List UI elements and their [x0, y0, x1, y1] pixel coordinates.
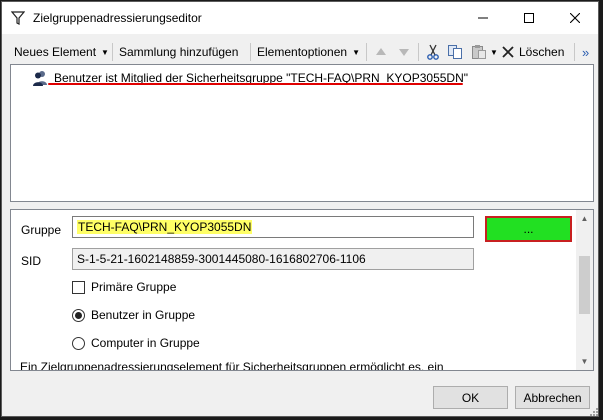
arrow-up-icon — [376, 48, 386, 55]
paste-button[interactable] — [470, 43, 488, 61]
add-collection-label: Sammlung hinzufügen — [119, 45, 239, 59]
delete-button[interactable]: Löschen — [502, 41, 564, 63]
cut-button[interactable] — [424, 43, 442, 61]
dialog-window: Zielgruppenadressierungseditor Neues Ele… — [1, 1, 599, 417]
new-element-label: Neues Element — [14, 45, 97, 59]
sid-label: SID — [21, 254, 42, 268]
group-label: Gruppe — [21, 223, 62, 237]
overflow-chevron-icon: » — [582, 44, 590, 60]
toolbar-separator — [366, 43, 367, 61]
paste-dropdown-button[interactable]: ▼ — [490, 41, 498, 63]
cancel-label: Abbrechen — [523, 390, 582, 405]
browse-group-button[interactable]: ... — [485, 216, 572, 242]
paste-icon — [472, 45, 486, 59]
annotation-underline — [48, 83, 463, 85]
filter-icon — [10, 11, 26, 25]
element-options-button[interactable]: Elementoptionen ▼ — [257, 41, 360, 63]
dropdown-caret-icon: ▼ — [101, 47, 109, 57]
radio-unselected-icon — [72, 336, 85, 350]
scrollbar-thumb[interactable] — [579, 256, 590, 314]
move-up-button[interactable] — [372, 43, 390, 61]
ok-label: OK — [461, 390, 480, 405]
dropdown-caret-icon: ▼ — [352, 47, 360, 57]
cancel-button[interactable]: Abbrechen — [515, 386, 590, 409]
primary-group-checkbox[interactable]: Primäre Gruppe — [72, 280, 176, 294]
minimize-button[interactable] — [460, 2, 506, 34]
delete-x-icon — [502, 46, 514, 58]
group-input[interactable]: TECH-FAQ\PRN_KYOP3055DN — [72, 216, 474, 238]
users-in-group-radio[interactable]: Benutzer in Gruppe — [72, 308, 195, 322]
copy-button[interactable] — [446, 43, 464, 61]
move-down-button[interactable] — [395, 43, 413, 61]
close-button[interactable] — [552, 2, 598, 34]
toolbar: Neues Element ▼ Sammlung hinzufügen Elem… — [2, 38, 598, 66]
users-in-group-label: Benutzer in Gruppe — [91, 308, 196, 322]
group-value: TECH-FAQ\PRN_KYOP3055DN — [77, 220, 253, 234]
window-title: Zielgruppenadressierungseditor — [33, 11, 202, 25]
description-text: Ein Zielgruppenadressierungselement für … — [20, 360, 444, 371]
toolbar-separator — [418, 43, 419, 61]
minimize-icon — [478, 17, 488, 19]
primary-group-label: Primäre Gruppe — [91, 280, 177, 294]
delete-label: Löschen — [519, 45, 565, 59]
toolbar-overflow-button[interactable]: » — [582, 41, 589, 63]
new-element-button[interactable]: Neues Element ▼ — [14, 41, 109, 63]
toolbar-separator — [574, 43, 575, 61]
scroll-down-icon[interactable]: ▼ — [576, 353, 593, 370]
arrow-down-icon — [399, 49, 409, 56]
computers-in-group-radio[interactable]: Computer in Gruppe — [72, 336, 200, 350]
maximize-icon — [524, 13, 534, 23]
users-group-icon — [33, 71, 47, 86]
dropdown-caret-icon: ▼ — [490, 47, 498, 57]
close-icon — [570, 13, 580, 23]
sid-value: S-1-5-21-1602148859-3001445080-161680270… — [77, 252, 366, 266]
scissors-icon — [427, 44, 439, 60]
element-options-label: Elementoptionen — [257, 45, 348, 59]
ok-button[interactable]: OK — [433, 386, 508, 409]
copy-icon — [448, 45, 462, 59]
computers-in-group-label: Computer in Gruppe — [91, 336, 200, 350]
maximize-button[interactable] — [506, 2, 552, 34]
browse-label: ... — [523, 222, 534, 236]
scroll-up-icon[interactable]: ▲ — [576, 210, 593, 227]
toolbar-separator — [250, 43, 251, 61]
checkbox-box — [72, 280, 85, 294]
radio-selected-icon — [72, 308, 85, 322]
sid-field: S-1-5-21-1602148859-3001445080-161680270… — [72, 248, 474, 270]
properties-panel: Gruppe TECH-FAQ\PRN_KYOP3055DN ... SID S… — [10, 209, 594, 371]
add-collection-button[interactable]: Sammlung hinzufügen — [119, 41, 238, 63]
resize-grip-icon[interactable] — [588, 406, 598, 416]
toolbar-separator — [112, 43, 113, 61]
title-bar: Zielgruppenadressierungseditor — [2, 2, 598, 34]
properties-scrollbar[interactable]: ▲ ▼ — [576, 210, 593, 370]
